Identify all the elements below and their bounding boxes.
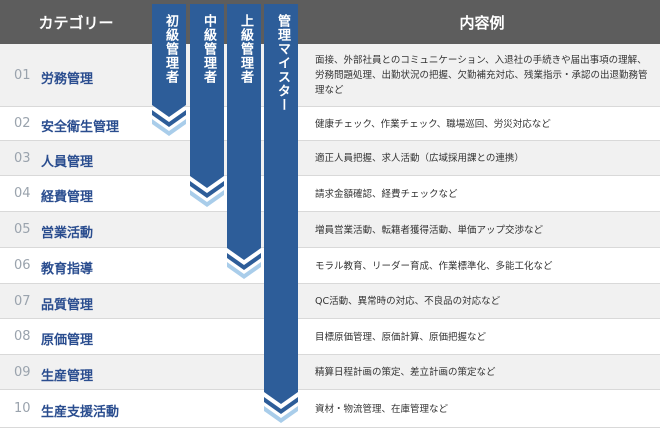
row-category: 教育指導 <box>41 262 94 277</box>
row-content: 増員営業活動、転籍者獲得活動、単価アップ交渉など <box>315 224 544 236</box>
row-content: 精算日程計画の策定、差立計画の策定など <box>315 367 496 378</box>
table-row: 06 教育指導 モラル教育、リーダー育成、作業標準化、多能工化など <box>0 248 660 284</box>
table-row: 09 生産管理 精算日程計画の策定、差立計画の策定など <box>0 355 660 390</box>
row-number: 06 <box>14 258 31 273</box>
row-category: 生産支援活動 <box>41 405 120 420</box>
table-row: 02 安全衛生管理 健康チェック、作業チェック、職場巡回、労災対応など <box>0 107 660 141</box>
table-row: 04 経費管理 請求金額確認、経費チェックなど <box>0 176 660 212</box>
row-content: QC活動、異常時の対応、不良品の対応など <box>315 296 501 307</box>
row-category: 人員管理 <box>41 154 94 170</box>
row-category: 原価管理 <box>41 333 94 348</box>
row-number: 01 <box>14 67 31 83</box>
row-category: 労務管理 <box>41 71 94 87</box>
row-number: 03 <box>14 150 31 166</box>
management-level-table: カテゴリー 内容例 01 労務管理 面接、外部社員とのコミュニケーション、入退社の手… <box>0 0 660 428</box>
row-category: 営業活動 <box>41 226 94 241</box>
table-row: 08 原価管理 目標原価管理、原価計算、原価把握など <box>0 319 660 355</box>
row-number: 05 <box>14 222 31 237</box>
row-number: 10 <box>14 401 31 416</box>
table-row: 03 人員管理 適正人員把握、求人活動（広域採用課との連携） <box>0 141 660 176</box>
row-content: 面接、外部社員とのコミュニケーション、入退社の手続きや届出事項の理解、労務問題処… <box>315 55 648 96</box>
table-row: 01 労務管理 面接、外部社員とのコミュニケーション、入退社の手続きや届出事項の理解… <box>0 44 660 107</box>
table-row: 10 生産支援活動 資材・物流管理、在庫管理など <box>0 390 660 428</box>
row-content: 請求金額確認、経費チェックなど <box>315 188 458 200</box>
row-content: 健康チェック、作業チェック、職場巡回、労災対応など <box>315 118 551 130</box>
row-content: 目標原価管理、原価計算、原価把握など <box>315 331 487 343</box>
row-number: 08 <box>14 329 31 344</box>
row-number: 09 <box>14 364 31 380</box>
table-row: 05 営業活動 増員営業活動、転籍者獲得活動、単価アップ交渉など <box>0 212 660 248</box>
row-number: 07 <box>14 293 31 309</box>
row-content: 適正人員把握、求人活動（広域採用課との連携） <box>315 153 524 164</box>
content-header: 内容例 <box>304 0 660 44</box>
row-category: 品質管理 <box>41 297 94 313</box>
row-number: 02 <box>14 116 31 131</box>
table-row: 07 品質管理 QC活動、異常時の対応、不良品の対応など <box>0 284 660 319</box>
row-content: 資材・物流管理、在庫管理など <box>315 403 449 415</box>
row-number: 04 <box>14 186 31 201</box>
row-category: 安全衛生管理 <box>41 120 120 135</box>
row-category: 経費管理 <box>41 190 94 205</box>
category-header: カテゴリー <box>0 0 152 44</box>
level-header <box>152 0 304 44</box>
row-category: 生産管理 <box>41 368 94 384</box>
row-content: モラル教育、リーダー育成、作業標準化、多能工化など <box>315 260 553 272</box>
